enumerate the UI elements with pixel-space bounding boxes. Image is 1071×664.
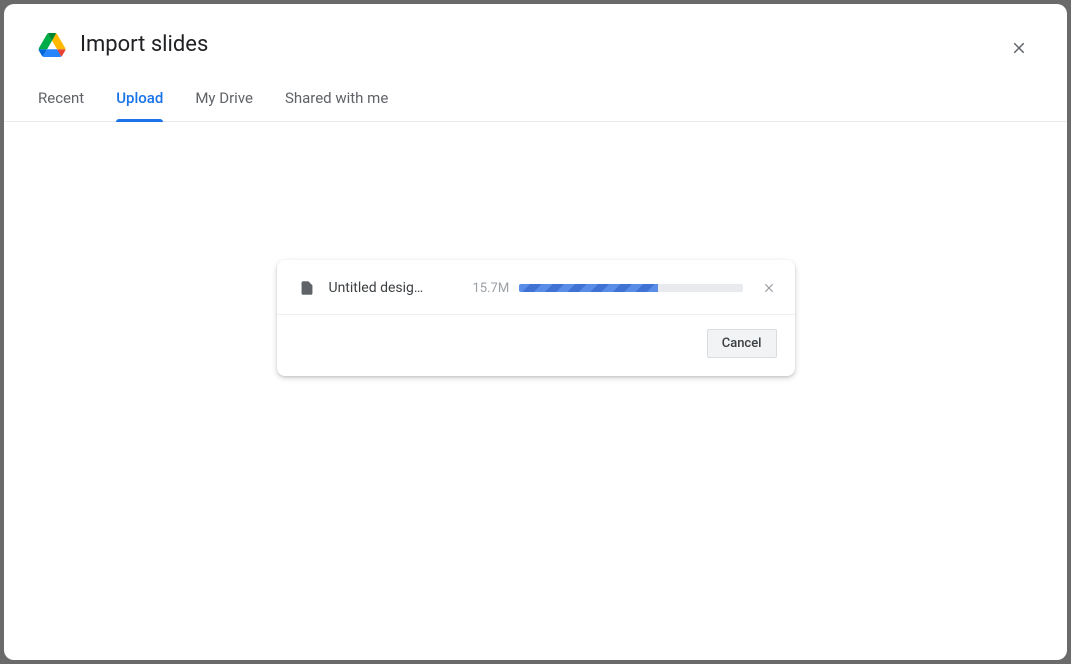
upload-progress-card: Untitled desig… 15.7M Cancel [277,260,795,376]
tab-shared-with-me[interactable]: Shared with me [285,75,388,121]
progress-fill [519,284,657,292]
tab-recent[interactable]: Recent [38,75,84,121]
upload-row: Untitled desig… 15.7M [277,260,795,315]
tabs-bar: Recent Upload My Drive Shared with me [4,75,1067,122]
file-name: Untitled desig… [329,280,469,296]
tab-my-drive[interactable]: My Drive [195,75,253,121]
google-drive-icon [38,33,66,57]
close-button[interactable] [1007,36,1031,60]
import-slides-dialog: Import slides Recent Upload My Drive Sha… [4,4,1067,660]
dialog-title: Import slides [80,32,208,57]
card-footer: Cancel [277,315,795,358]
file-icon [299,278,315,298]
remove-file-button[interactable] [761,280,777,296]
dialog-header: Import slides [4,4,1067,75]
cancel-button[interactable]: Cancel [707,329,777,358]
file-size: 15.7M [473,281,510,296]
remove-icon [762,281,776,295]
tab-upload[interactable]: Upload [116,75,163,121]
content-area: Untitled desig… 15.7M Cancel [4,122,1067,648]
close-icon [1010,39,1028,57]
progress-bar [519,284,742,292]
